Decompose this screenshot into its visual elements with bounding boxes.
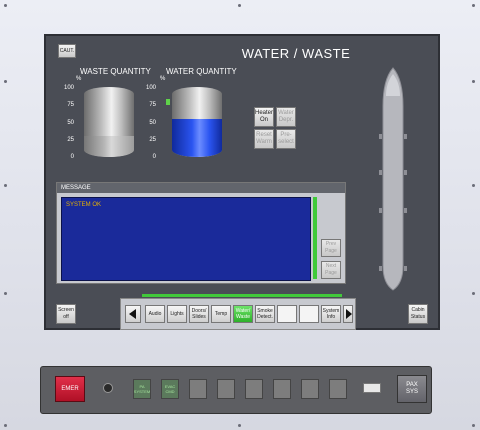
screw xyxy=(472,292,475,295)
heater-on-button[interactable]: Heater On xyxy=(254,107,274,127)
hardware-panel: EMER PA SYSTEM EVAC CMD PAX SYS xyxy=(40,366,432,414)
water-level-fill xyxy=(172,118,222,157)
prev-page-label: Prev Page xyxy=(325,241,337,254)
screw xyxy=(4,80,7,83)
nav-system-info[interactable]: System Info xyxy=(321,305,341,323)
pax-sys-label: PAX SYS xyxy=(405,382,418,395)
screw xyxy=(4,424,7,427)
nav-doors-slides[interactable]: Doors/ Slides xyxy=(189,305,209,323)
waste-tank-gauge xyxy=(84,87,134,157)
screw xyxy=(4,4,7,7)
nav-strip: Audio Lights Doors/ Slides Temp Water/ W… xyxy=(120,298,356,330)
waste-unit-label: % xyxy=(76,76,82,82)
nav-lights[interactable]: Lights xyxy=(167,305,187,323)
aircraft-silhouette-icon xyxy=(379,67,407,291)
screw xyxy=(4,184,7,187)
screw xyxy=(472,184,475,187)
nav-temp[interactable]: Temp xyxy=(211,305,231,323)
preselect-button[interactable]: Pre- select xyxy=(276,129,296,149)
screw xyxy=(238,4,241,7)
pax-sys-button[interactable]: PAX SYS xyxy=(397,375,427,403)
reset-warm-button[interactable]: Reset Warm xyxy=(254,129,274,149)
screw xyxy=(472,424,475,427)
hw-key-label: PA SYSTEM xyxy=(133,384,151,394)
cabin-status-button[interactable]: Cabin Status xyxy=(408,304,428,324)
hw-key[interactable]: PA SYSTEM xyxy=(133,379,151,399)
hw-key-label: EVAC CMD xyxy=(164,384,176,394)
water-unit-label: % xyxy=(160,76,166,82)
water-tick: 75 xyxy=(149,102,156,108)
arrow-right-icon xyxy=(346,309,352,319)
jack-icon xyxy=(103,383,113,393)
hw-key[interactable] xyxy=(245,379,263,399)
waste-tick: 25 xyxy=(67,137,74,143)
waste-tick: 0 xyxy=(70,154,74,160)
page-title: WATER / WASTE xyxy=(241,46,351,61)
nav-water-label: Water/ Waste xyxy=(235,308,251,320)
nav-lights-label: Lights xyxy=(170,311,184,317)
preselect-label: Pre- select xyxy=(278,132,294,145)
nav-empty-2[interactable] xyxy=(299,305,319,323)
waste-tick: 75 xyxy=(67,102,74,108)
cabin-status-label: Cabin Status xyxy=(410,307,426,320)
water-depr-label: Water Depr. xyxy=(278,110,294,123)
screw xyxy=(238,424,241,427)
nav-temp-label: Temp xyxy=(214,311,228,317)
emer-button[interactable]: EMER xyxy=(55,376,85,402)
message-area: SYSTEM OK xyxy=(61,197,311,281)
hw-key[interactable] xyxy=(329,379,347,399)
prev-page-button[interactable]: Prev Page xyxy=(321,239,341,257)
heater-on-label: Heater On xyxy=(255,110,274,123)
waste-level-fill xyxy=(84,136,134,157)
screw xyxy=(472,4,475,7)
nav-audio-label: Audio xyxy=(148,311,162,317)
hw-key[interactable] xyxy=(301,379,319,399)
hw-key[interactable] xyxy=(189,379,207,399)
waste-quantity-label: WASTE QUANTITY xyxy=(80,67,151,76)
nav-right-button[interactable] xyxy=(343,305,353,323)
water-quantity-label: WATER QUANTITY xyxy=(166,67,237,76)
nav-scroll-indicator xyxy=(142,294,342,297)
nav-water-waste[interactable]: Water/ Waste xyxy=(233,305,253,323)
message-scrollbar[interactable] xyxy=(313,197,317,279)
next-page-label: Next Page xyxy=(325,263,337,276)
arrow-left-icon xyxy=(129,309,136,319)
water-depr-button[interactable]: Water Depr. xyxy=(276,107,296,127)
waste-tick: 50 xyxy=(67,120,74,126)
next-page-button[interactable]: Next Page xyxy=(321,261,341,279)
screw xyxy=(4,292,7,295)
caut-button[interactable]: CAUT. xyxy=(58,44,76,58)
waste-tick: 100 xyxy=(63,85,74,91)
nav-left-button[interactable] xyxy=(125,305,141,323)
message-panel: MESSAGE SYSTEM OK Prev Page Next Page xyxy=(56,182,346,284)
water-tick: 50 xyxy=(149,120,156,126)
reset-warm-label: Reset Warm xyxy=(256,132,272,145)
nav-system-label: System Info xyxy=(322,308,340,320)
nav-empty-1[interactable] xyxy=(277,305,297,323)
display-screen: CAUT. WATER / WASTE WASTE QUANTITY % 100… xyxy=(44,34,440,330)
message-header: MESSAGE xyxy=(57,183,345,193)
hw-key[interactable]: EVAC CMD xyxy=(161,379,179,399)
water-tick: 100 xyxy=(145,85,156,91)
screen-off-button[interactable]: Screen off xyxy=(56,304,76,324)
usb-port-icon xyxy=(363,383,381,393)
nav-smoke-label: Smoke Detect. xyxy=(257,308,273,320)
message-text: SYSTEM OK xyxy=(66,202,102,208)
screw xyxy=(472,80,475,83)
hw-key[interactable] xyxy=(273,379,291,399)
hw-key[interactable] xyxy=(217,379,235,399)
nav-audio[interactable]: Audio xyxy=(145,305,165,323)
screen-off-label: Screen off xyxy=(58,307,74,320)
water-tick: 25 xyxy=(149,137,156,143)
nav-doors-label: Doors/ Slides xyxy=(191,308,207,320)
water-tank-gauge xyxy=(172,87,222,157)
water-tick: 0 xyxy=(152,154,156,160)
nav-smoke-detect[interactable]: Smoke Detect. xyxy=(255,305,275,323)
water-level-marker xyxy=(166,99,170,105)
